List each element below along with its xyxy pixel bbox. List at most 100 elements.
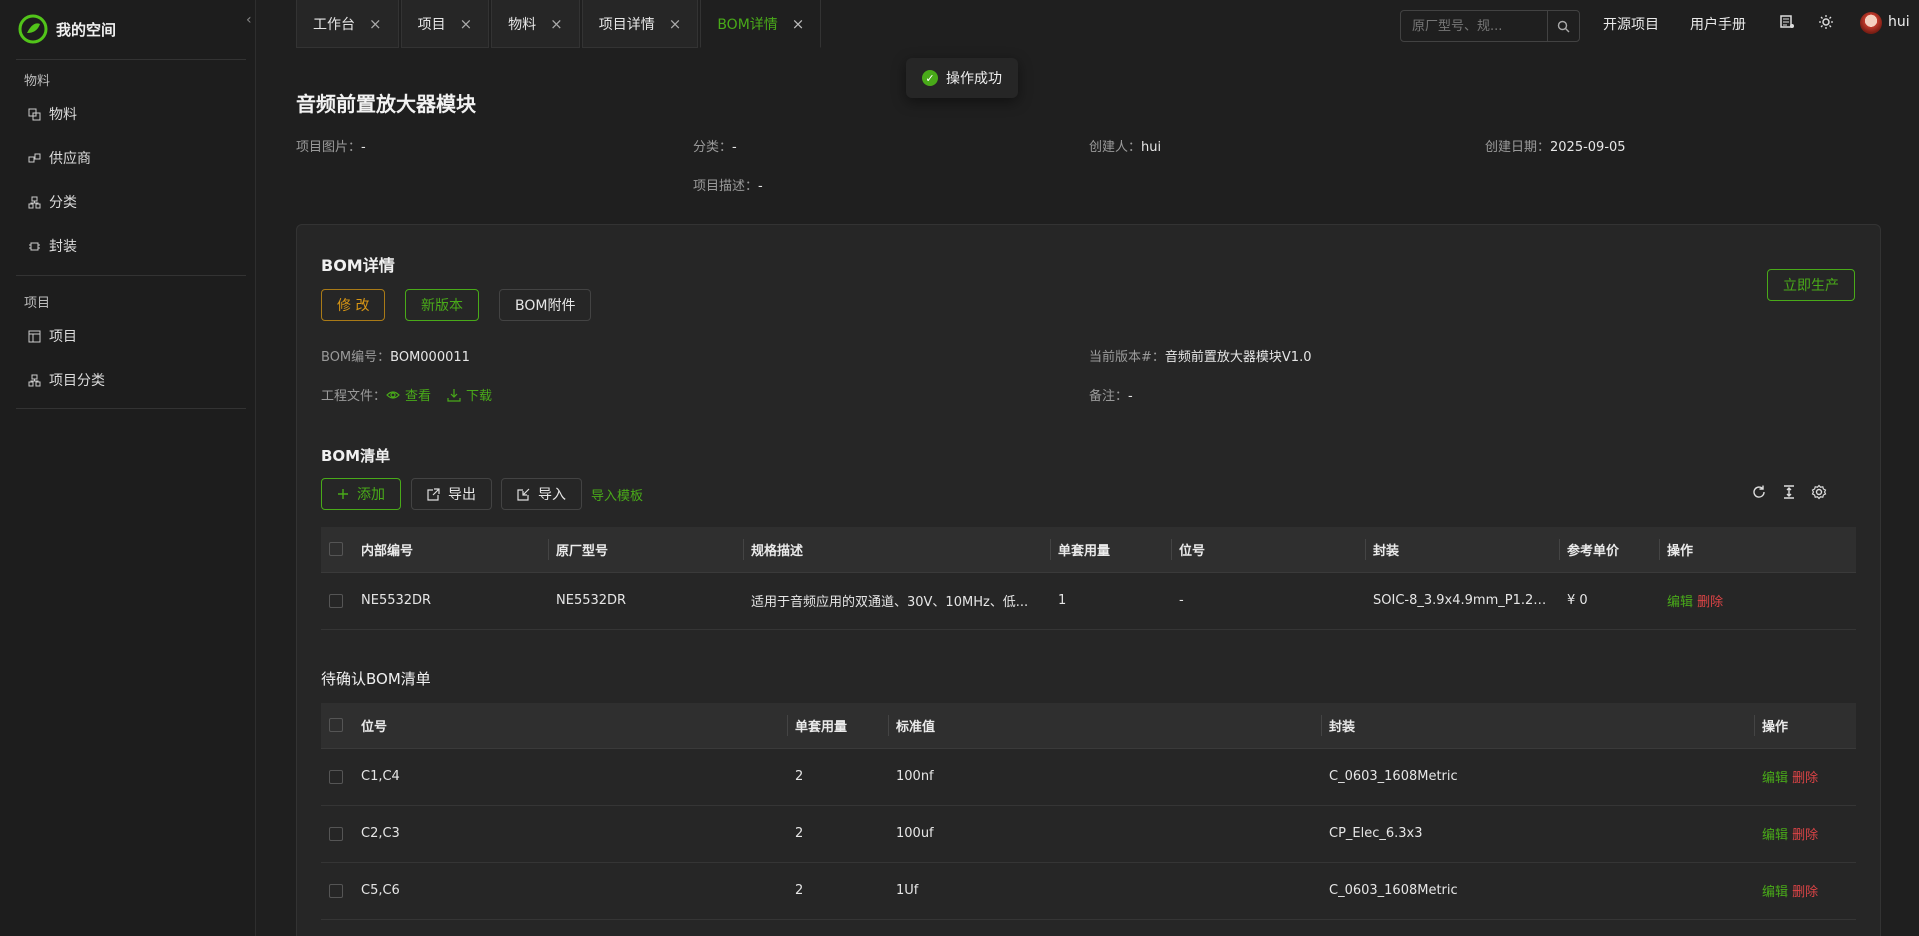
import-button[interactable]: 导入 [501, 478, 582, 510]
qty-cell: 2 [787, 862, 888, 920]
bom-detail-title: BOM详情 [321, 256, 395, 275]
select-all-cell [321, 703, 353, 749]
import-icon [517, 488, 530, 501]
close-icon[interactable]: × [550, 15, 563, 33]
sidebar-divider [16, 275, 246, 276]
export-button[interactable]: 导出 [411, 478, 492, 510]
row-checkbox[interactable] [329, 883, 343, 898]
bom-attachment-button[interactable]: BOM附件 [499, 289, 592, 321]
col-header[interactable]: 位号 [1171, 527, 1365, 573]
message-icon[interactable] [1779, 14, 1795, 34]
search-input[interactable] [1401, 11, 1547, 41]
package-cell: C_0603_1608Metric [1321, 862, 1754, 920]
avatar[interactable] [1860, 12, 1882, 34]
delete-link[interactable]: 删除 [1697, 595, 1723, 610]
sidebar-item-supplier[interactable]: 供应商 [28, 142, 91, 174]
select-all-cell [321, 527, 353, 573]
delete-link[interactable]: 删除 [1792, 885, 1818, 900]
eye-icon [386, 390, 400, 399]
col-header[interactable]: 参考单价 [1559, 527, 1659, 573]
sidebar-item-materials[interactable]: 物料 [28, 98, 77, 130]
sidebar-group-materials: 物料 [24, 74, 51, 89]
settings-icon[interactable] [1811, 484, 1827, 504]
internal-code-link[interactable]: NE5532DR [353, 572, 548, 630]
edit-link[interactable]: 编辑 [1667, 595, 1693, 610]
current-version-field: 当前版本#：音频前置放大器模块V1.0 [1089, 346, 1311, 365]
row-checkbox[interactable] [329, 769, 343, 784]
delete-link[interactable]: 删除 [1792, 828, 1818, 843]
delete-link[interactable]: 删除 [1792, 771, 1818, 786]
user-manual-link[interactable]: 用户手册 [1690, 14, 1746, 34]
qty-cell: 2 [787, 748, 888, 806]
tab-label: 项目 [417, 16, 446, 33]
actions-cell: 编辑 删除 [1659, 572, 1856, 630]
edit-link[interactable]: 编辑 [1762, 828, 1788, 843]
plus-icon [338, 489, 348, 499]
tab-project[interactable]: 项目 × [400, 0, 490, 48]
sidebar-divider [16, 59, 246, 60]
tab-project-detail[interactable]: 项目详情 × [581, 0, 699, 48]
col-header[interactable]: 内部编号 [353, 527, 548, 573]
search-icon [1557, 20, 1570, 32]
select-all-checkbox[interactable] [329, 542, 343, 557]
tab-bom-detail[interactable]: BOM详情 × [700, 0, 822, 48]
sidebar-item-project[interactable]: 项目 [28, 320, 77, 352]
download-file-link[interactable]: 下载 [447, 385, 492, 404]
sidebar-item-package[interactable]: 封装 [28, 230, 77, 262]
column-height-icon[interactable] [1781, 484, 1797, 504]
add-button-label: 添加 [357, 487, 385, 503]
logo[interactable]: 我的空间 [18, 12, 116, 46]
table-row: C2,C3 2 100uf CP_Elec_6.3x3 编辑 删除 [321, 805, 1856, 863]
spec-cell: 适用于音频应用的双通道、30V、10MHz、低... [743, 572, 1050, 630]
tab-workbench[interactable]: 工作台 × [296, 0, 399, 48]
edit-link[interactable]: 编辑 [1762, 885, 1788, 900]
open-source-link[interactable]: 开源项目 [1603, 14, 1659, 34]
model-cell: NE5532DR [548, 572, 743, 630]
refresh-icon[interactable] [1751, 484, 1767, 504]
edit-button[interactable]: 修 改 [321, 289, 386, 321]
table-tools [1737, 484, 1827, 504]
close-icon[interactable]: × [369, 15, 382, 33]
field-label: 当前版本#： [1089, 350, 1165, 365]
field-label: 创建人： [1089, 140, 1142, 155]
edit-link[interactable]: 编辑 [1762, 771, 1788, 786]
username[interactable]: hui [1888, 14, 1910, 30]
row-select-cell [321, 572, 353, 630]
new-version-button[interactable]: 新版本 [405, 289, 479, 321]
row-select-cell [321, 805, 353, 863]
col-header[interactable]: 单套用量 [1050, 527, 1171, 573]
sidebar-item-category[interactable]: 分类 [28, 186, 77, 218]
close-icon[interactable]: × [669, 15, 682, 33]
add-button[interactable]: 添加 [321, 478, 401, 510]
toast-text: 操作成功 [946, 71, 1002, 87]
sidebar-item-project-category[interactable]: 项目分类 [28, 364, 105, 396]
collapse-sidebar-icon[interactable]: ‹ [246, 12, 252, 28]
col-header[interactable]: 规格描述 [743, 527, 1050, 573]
page-title: 音频前置放大器模块 [296, 92, 476, 116]
close-icon[interactable]: × [460, 15, 473, 33]
theme-toggle-icon[interactable] [1818, 14, 1834, 34]
col-header[interactable]: 原厂型号 [548, 527, 743, 573]
field-label: 项目描述： [693, 179, 759, 194]
logo-text: 我的空间 [56, 20, 117, 39]
produce-now-button[interactable]: 立即生产 [1767, 269, 1855, 301]
price-cell: ¥ 0 [1559, 572, 1659, 630]
package-icon [29, 242, 40, 250]
row-checkbox[interactable] [329, 593, 343, 608]
select-all-checkbox[interactable] [329, 718, 343, 733]
close-icon[interactable]: × [792, 15, 805, 33]
table-row: C5,C6 2 1Uf C_0603_1608Metric 编辑 删除 [321, 862, 1856, 920]
tab-label: 工作台 [313, 16, 355, 33]
table-header-row: 位号 单套用量 标准值 封装 操作 [321, 703, 1856, 749]
import-template-link[interactable]: 导入模板 [591, 485, 643, 504]
project-category-field: 分类：- [693, 136, 737, 155]
col-header[interactable]: 封装 [1365, 527, 1559, 573]
search-button[interactable] [1547, 11, 1579, 41]
sidebar-item-label: 分类 [49, 195, 77, 211]
row-checkbox[interactable] [329, 826, 343, 841]
project-desc-field: 项目描述：- [693, 175, 763, 194]
actions-cell: 编辑 删除 [1754, 748, 1856, 806]
view-file-link[interactable]: 查看 [386, 385, 431, 404]
remark-field: 备注：- [1089, 385, 1133, 404]
tab-materials[interactable]: 物料 × [491, 0, 580, 48]
